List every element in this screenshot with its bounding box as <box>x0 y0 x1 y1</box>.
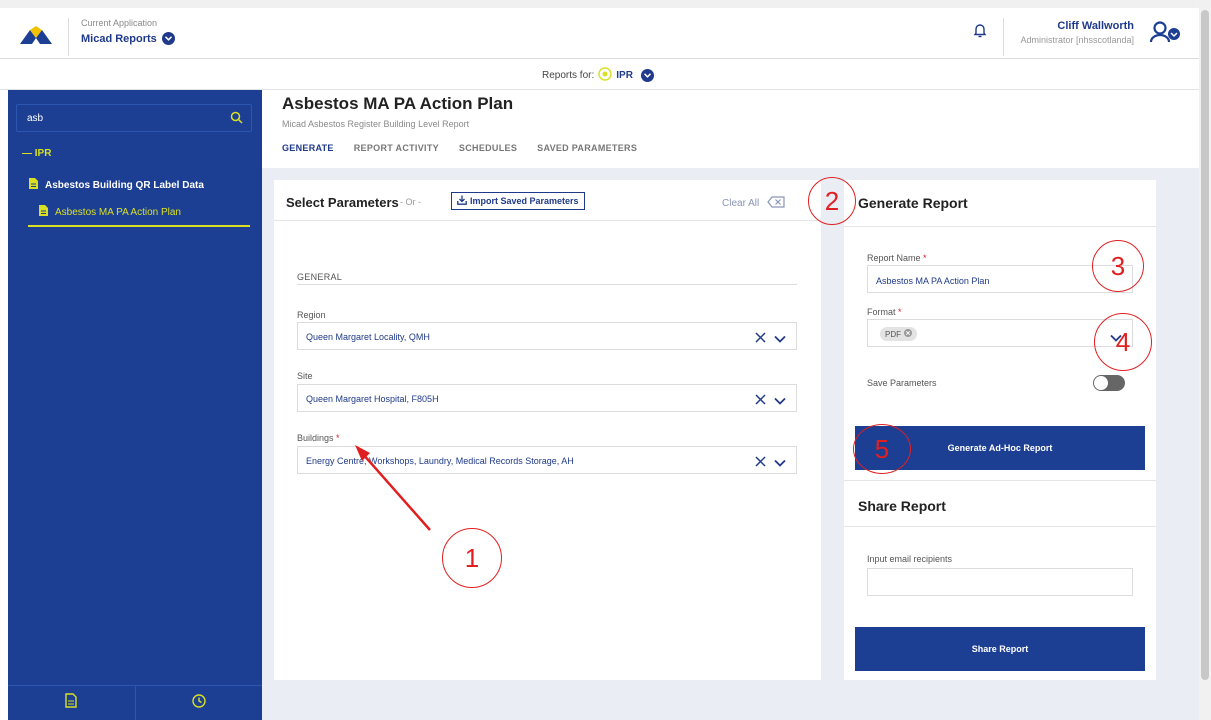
page-scrollbar[interactable] <box>1199 0 1211 720</box>
scrollbar-thumb[interactable] <box>1201 10 1209 680</box>
annotation-5: 5 <box>853 424 911 474</box>
annotation-3: 3 <box>1092 240 1144 292</box>
annotation-4: 4 <box>1094 313 1152 371</box>
annotation-arrow <box>355 445 431 531</box>
annotation-1: 1 <box>442 528 502 588</box>
annotation-2: 2 <box>808 177 856 225</box>
